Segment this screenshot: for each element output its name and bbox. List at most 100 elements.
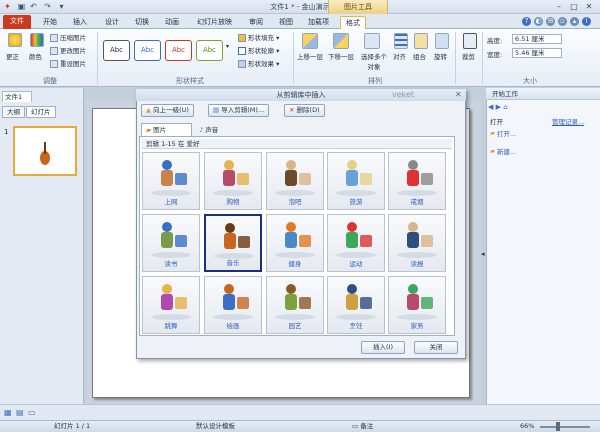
color-button[interactable]: 颜色 [29, 51, 42, 61]
ribbon-tabs: 文件 开始 插入 设计 切换 动画 幻灯片放映 审阅 视图 加载项 格式 ? ◐… [0, 14, 600, 29]
tab-home[interactable]: 开始 [38, 16, 62, 29]
clip-item-shopping[interactable]: 购物 [204, 152, 262, 210]
restore-icon[interactable]: ▫ [558, 17, 567, 26]
housework-clipart-icon [397, 284, 437, 320]
info-icon[interactable]: i [582, 17, 591, 26]
tab-design[interactable]: 设计 [100, 16, 124, 29]
help-icon[interactable]: ? [522, 17, 531, 26]
import-clips-button[interactable]: ▤ 导入剪辑(M)... [208, 104, 270, 117]
close-icon[interactable]: ✕ [582, 1, 596, 12]
shape-effects-button[interactable]: 形状效果 ▾ [238, 58, 279, 68]
height-input[interactable]: 6.51 厘米 [512, 34, 562, 44]
tab-sounds[interactable]: ♪ 声音 [195, 124, 218, 136]
group-button[interactable]: 组合 [413, 51, 426, 61]
group-label-arrange: 排列 [368, 77, 382, 85]
picture-tools-context: 图片工具 [328, 0, 388, 14]
clip-item-gardening[interactable]: 园艺 [266, 276, 324, 334]
dialog-watermark: veket [392, 90, 415, 99]
view-sorter-icon[interactable]: ▤ [16, 408, 24, 417]
reset-icon [50, 60, 58, 68]
clip-item-label: 购物 [226, 198, 240, 206]
clip-item-newspaper[interactable]: 读报 [388, 214, 446, 272]
new-link[interactable]: ▰ 新建... [490, 146, 516, 156]
maximize-icon[interactable]: □ [567, 1, 581, 12]
tab-transitions[interactable]: 切换 [130, 16, 154, 29]
outline-icon [238, 47, 246, 55]
bring-forward-button[interactable]: 上移一层 [297, 51, 323, 61]
compress-picture-button[interactable]: 压缩图片 [50, 32, 86, 42]
clip-item-music[interactable]: 音乐 [204, 214, 262, 272]
clip-item-travel[interactable]: 旅游 [327, 152, 385, 210]
tab-insert[interactable]: 插入 [68, 16, 92, 29]
change-picture-button[interactable]: 更改图片 [50, 45, 86, 55]
slide-thumbnail[interactable] [13, 126, 77, 176]
ribbon-collapse-icon[interactable]: ▴ [570, 17, 579, 26]
clip-item-fitness[interactable]: 健身 [266, 214, 324, 272]
clip-item-label: 戒烟 [410, 198, 424, 206]
dialog-close-icon[interactable]: ✕ [455, 90, 462, 99]
selection-pane-button[interactable]: 选择多个对象 [360, 51, 388, 71]
clip-item-label: 运动 [349, 260, 363, 268]
pane-resize-icon[interactable]: ◂ [481, 250, 485, 258]
styles-more-icon[interactable]: ▾ [226, 43, 229, 50]
align-button[interactable]: 对齐 [393, 51, 406, 61]
mail-icon[interactable]: ✉ [546, 17, 555, 26]
style-preset-1[interactable]: Abc [103, 40, 130, 61]
view-strip: ▦ ▤ ▭ [0, 404, 600, 420]
delete-clip-button[interactable]: ✕ 删除(D) [284, 104, 325, 117]
change-picture-icon [50, 47, 58, 55]
open-link[interactable]: ▰ 打开... [490, 128, 516, 138]
zoom-slider-thumb[interactable] [556, 422, 560, 431]
clip-item-dancing[interactable]: 跳舞 [142, 276, 200, 334]
style-preset-3[interactable]: Abc [165, 40, 192, 61]
tab-view[interactable]: 视图 [274, 16, 298, 29]
tab-pictures[interactable]: ▰ 图片 [141, 123, 192, 136]
up-one-level-button[interactable]: ▲ 向上一级(U) [141, 104, 194, 117]
clip-item-housework[interactable]: 家务 [388, 276, 446, 334]
style-preset-4[interactable]: Abc [196, 40, 223, 61]
manage-records-link[interactable]: 管理记录... [552, 116, 584, 126]
clip-item-label: 健身 [288, 260, 302, 268]
tab-format[interactable]: 格式 [340, 16, 366, 29]
window-title: 文件1 * - 金山演示 [270, 3, 330, 11]
reset-picture-button[interactable]: 重设图片 [50, 58, 86, 68]
minimize-icon[interactable]: – [552, 1, 566, 12]
sound-tab-icon: ♪ [199, 126, 204, 134]
group-icon [414, 33, 428, 49]
clip-item-painting[interactable]: 绘画 [204, 276, 262, 334]
theme-icon[interactable]: ◐ [534, 17, 543, 26]
clip-item-no-smoking[interactable]: 戒烟 [388, 152, 446, 210]
tab-review[interactable]: 审阅 [244, 16, 268, 29]
document-tab[interactable]: 文件1 [2, 91, 32, 102]
task-pane-nav-icons[interactable]: ◀ ▶ ⌂ [488, 103, 508, 111]
width-input[interactable]: 5.46 厘米 [512, 48, 562, 58]
crop-button[interactable]: 裁剪 [462, 51, 475, 61]
close-button[interactable]: 关闭 [414, 341, 458, 354]
selection-icon [364, 33, 380, 49]
clip-item-reading[interactable]: 读书 [142, 214, 200, 272]
correction-button[interactable]: 更正 [6, 51, 19, 61]
clip-item-bar[interactable]: 泡吧 [266, 152, 324, 210]
tab-file[interactable]: 文件 [3, 15, 31, 29]
tab-outline[interactable]: 大纲 [2, 106, 25, 118]
rotate-button[interactable]: 旋转 [434, 51, 447, 61]
tab-animations[interactable]: 动画 [160, 16, 184, 29]
send-backward-button[interactable]: 下移一层 [328, 51, 354, 61]
view-show-icon[interactable]: ▭ [28, 408, 36, 417]
insert-button[interactable]: 插入(I) [361, 341, 405, 354]
clip-item-sports[interactable]: 运动 [327, 214, 385, 272]
tab-slides[interactable]: 幻灯片 [26, 106, 56, 118]
style-preset-2[interactable]: Abc [134, 40, 161, 61]
tab-addins[interactable]: 加载项 [303, 16, 334, 29]
zoom-slider[interactable] [540, 426, 590, 428]
notes-toggle[interactable]: ▭ 备注 [352, 421, 373, 432]
shape-outline-button[interactable]: 形状轮廓 ▾ [238, 45, 279, 55]
tab-slideshow[interactable]: 幻灯片放映 [192, 16, 237, 29]
shape-fill-button[interactable]: 形状填充 ▾ [238, 32, 279, 42]
clip-item-cooking[interactable]: 烹饪 [327, 276, 385, 334]
clip-item-web[interactable]: 上网 [142, 152, 200, 210]
view-normal-icon[interactable]: ▦ [4, 408, 12, 417]
dialog-title: 从剪辑库中插入 [136, 89, 466, 101]
picture-tab-icon: ▰ [146, 126, 151, 134]
music-clipart-icon [214, 223, 254, 259]
